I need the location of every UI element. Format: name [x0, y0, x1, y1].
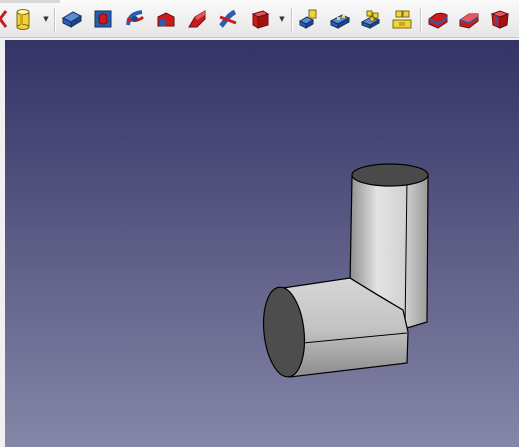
- subtractive-dropdown-arrow[interactable]: ▼: [278, 14, 286, 24]
- multi-transform-icon[interactable]: [390, 7, 414, 31]
- 3d-viewport[interactable]: [5, 40, 519, 447]
- top-cap: [351, 163, 429, 187]
- elbow-pipe-model[interactable]: [5, 40, 519, 447]
- pocket-icon[interactable]: [91, 7, 115, 31]
- cylinder-icon[interactable]: [11, 7, 35, 31]
- additive-loft-icon[interactable]: [185, 7, 209, 31]
- toolbar-handle: [0, 0, 60, 3]
- subtractive-box-icon[interactable]: [248, 7, 272, 31]
- polar-pattern-icon[interactable]: [359, 7, 383, 31]
- toolbar: ▼ ▼: [0, 0, 519, 38]
- draft-icon[interactable]: [488, 7, 512, 31]
- mirrored-icon[interactable]: [297, 7, 321, 31]
- additive-pipe-icon[interactable]: [216, 7, 240, 31]
- revolution-icon[interactable]: [123, 7, 147, 31]
- toolbar-separator: [291, 8, 293, 32]
- fillet-icon[interactable]: [426, 7, 450, 31]
- cylinder-dropdown-arrow[interactable]: ▼: [42, 14, 50, 24]
- pad-icon[interactable]: [60, 7, 84, 31]
- linear-pattern-icon[interactable]: [328, 7, 352, 31]
- groove-icon[interactable]: [154, 7, 178, 31]
- toolbar-separator: [54, 8, 56, 32]
- toolbar-separator: [420, 8, 422, 32]
- chamfer-icon[interactable]: [457, 7, 481, 31]
